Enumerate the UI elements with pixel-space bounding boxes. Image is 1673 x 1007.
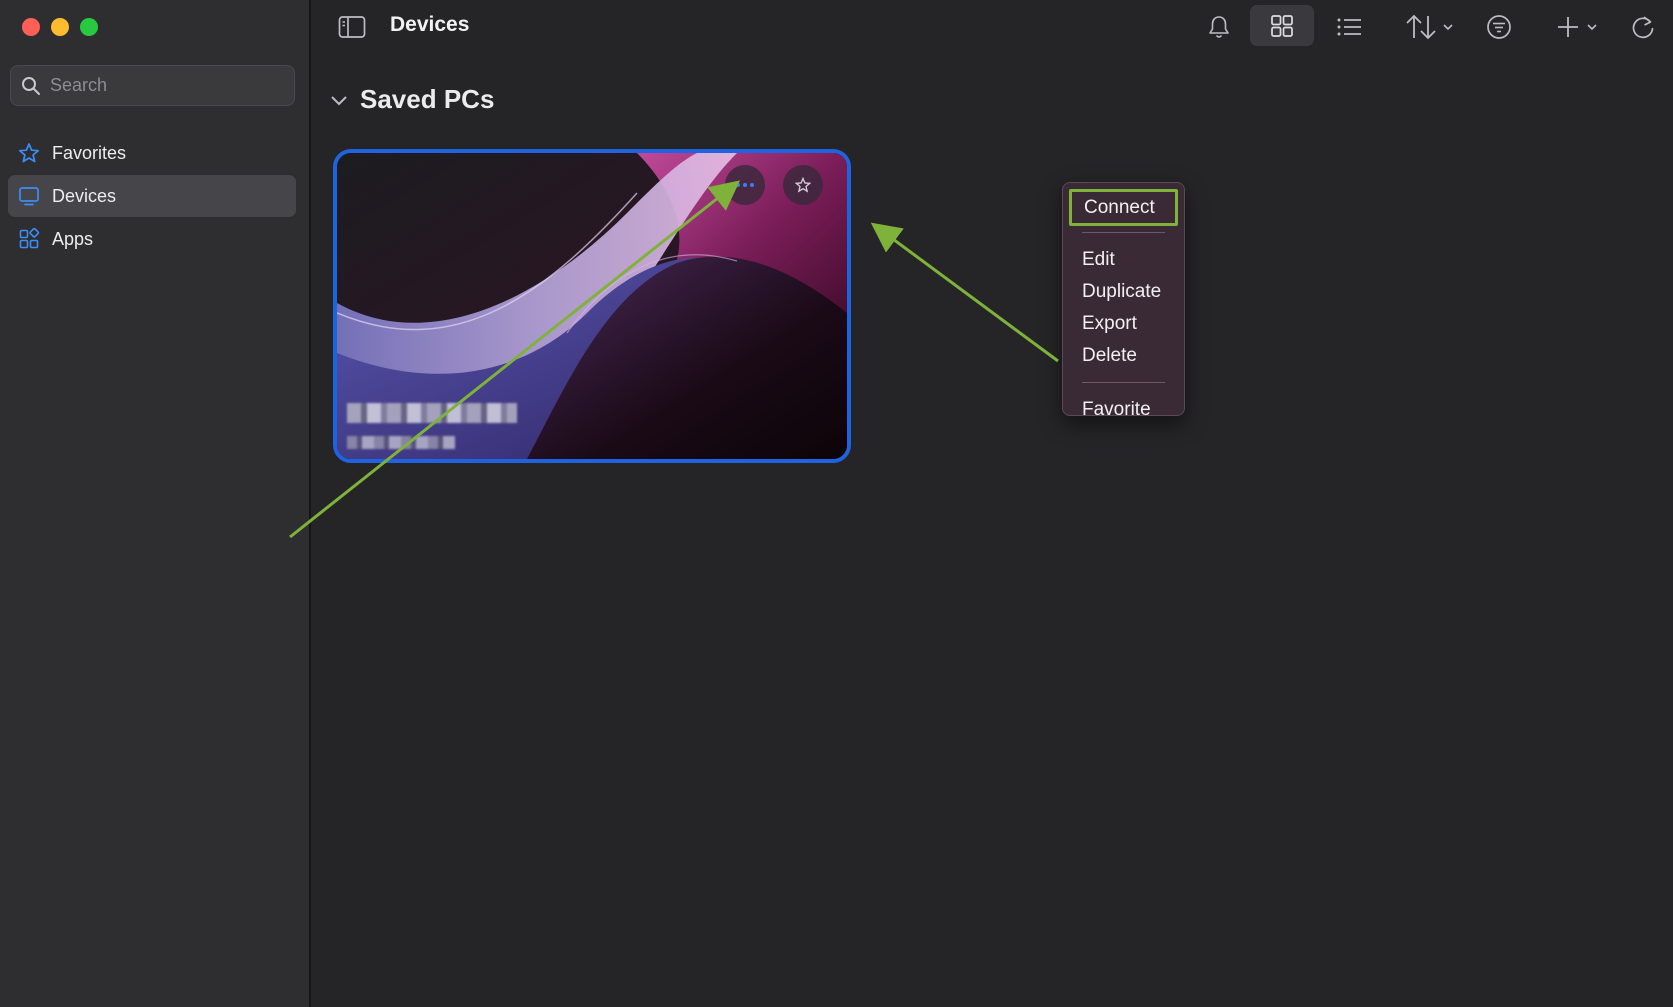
sort-icon — [1406, 14, 1453, 40]
refresh-button[interactable] — [1628, 12, 1658, 42]
menu-item-connect[interactable]: Connect — [1069, 189, 1178, 226]
app-window: Favorites Devices Apps — [0, 0, 1673, 1007]
main-content: Devices Saved PCs Connect Edit Duplicate… — [313, 0, 1673, 1007]
section-title: Saved PCs — [360, 84, 495, 114]
device-context-menu: Connect Edit Duplicate Export Delete Fav… — [1062, 182, 1185, 420]
more-options-button[interactable] — [725, 165, 765, 205]
list-view-button[interactable] — [1334, 12, 1364, 42]
search-field[interactable] — [10, 65, 295, 106]
page-title: Devices — [390, 13, 470, 36]
device-card[interactable] — [333, 149, 851, 463]
menu-divider — [1082, 232, 1165, 233]
sidebar-item-devices[interactable]: Devices — [8, 175, 296, 217]
sidebar-item-label: Favorites — [52, 142, 127, 163]
add-icon — [1558, 17, 1597, 37]
add-button[interactable] — [1557, 12, 1603, 42]
window-controls — [22, 18, 98, 36]
refresh-icon — [1632, 16, 1654, 39]
search-icon — [22, 76, 40, 95]
chevron-down-icon[interactable] — [328, 89, 350, 111]
sidebar-item-favorites[interactable]: Favorites — [8, 132, 296, 174]
close-window-button[interactable] — [22, 18, 40, 36]
minimize-window-button[interactable] — [51, 18, 69, 36]
sidebar-item-label: Devices — [52, 185, 117, 206]
monitor-icon — [19, 187, 39, 206]
menu-item-duplicate[interactable]: Duplicate — [1063, 276, 1184, 308]
device-address-redacted — [347, 436, 455, 449]
sidebar-toggle-button[interactable] — [337, 12, 367, 42]
apps-icon — [19, 228, 40, 249]
zoom-window-button[interactable] — [80, 18, 98, 36]
grid-view-icon — [1271, 14, 1293, 37]
menu-divider — [1082, 382, 1165, 383]
menu-item-edit[interactable]: Edit — [1063, 244, 1184, 276]
star-outline-icon — [795, 177, 811, 193]
bell-icon — [1209, 16, 1229, 38]
menu-item-delete[interactable]: Delete — [1063, 340, 1184, 372]
sidebar-toggle-icon — [338, 16, 366, 38]
search-input[interactable] — [50, 75, 280, 96]
filter-icon — [1487, 15, 1511, 39]
sort-button[interactable] — [1404, 10, 1460, 44]
favorite-toggle-button[interactable] — [783, 165, 823, 205]
sidebar-item-apps[interactable]: Apps — [8, 218, 296, 260]
list-view-icon — [1337, 18, 1361, 36]
sidebar: Favorites Devices Apps — [0, 0, 311, 1007]
filter-button[interactable] — [1484, 12, 1514, 42]
grid-view-button[interactable] — [1250, 5, 1314, 46]
toolbar: Devices — [313, 0, 1673, 54]
star-icon — [18, 143, 40, 163]
ellipsis-icon — [736, 183, 754, 187]
sidebar-item-label: Apps — [52, 228, 94, 249]
saved-pcs-section-header[interactable]: Saved PCs — [328, 84, 494, 115]
sidebar-nav: Favorites Devices Apps — [8, 132, 296, 261]
menu-item-export[interactable]: Export — [1063, 308, 1184, 340]
notifications-button[interactable] — [1204, 12, 1234, 42]
device-name-redacted — [347, 403, 517, 423]
menu-item-favorite[interactable]: Favorite — [1063, 394, 1184, 426]
